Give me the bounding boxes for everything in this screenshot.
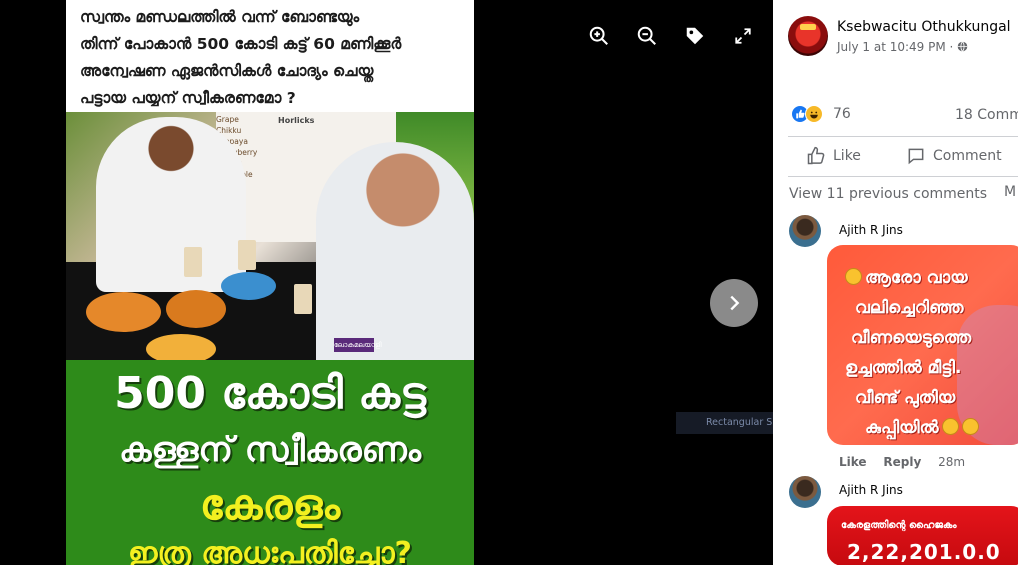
laughing-emoji-icon bbox=[941, 418, 959, 435]
tag-icon[interactable] bbox=[683, 24, 707, 48]
photo-viewer-window: സ്വന്തം മണ്ഡലത്തിൽ വന്ന് ബോണ്ടയും തിന്ന്… bbox=[0, 0, 1018, 565]
shop-sign: Horlicks bbox=[278, 116, 315, 125]
comment-icon bbox=[908, 148, 924, 165]
plate bbox=[166, 290, 226, 328]
next-photo-button[interactable] bbox=[710, 279, 758, 327]
fullscreen-icon[interactable] bbox=[731, 24, 755, 48]
menu-item: Grape bbox=[216, 115, 239, 124]
banner-line-2: കള്ളന് സ്വീകരണം bbox=[119, 430, 421, 470]
caption-line: തിന്ന് പോകാൻ 500 കോടി കട്ട് 60 മണിക്കൂർ bbox=[80, 35, 402, 53]
haha-reaction-icon bbox=[805, 105, 823, 123]
laughing-emoji-icon bbox=[845, 268, 862, 285]
reaction-summary[interactable]: 76 bbox=[791, 105, 851, 123]
banner-line-3: കേരളം bbox=[199, 480, 341, 529]
comment-reply-link[interactable]: Reply bbox=[883, 455, 921, 469]
plate bbox=[221, 272, 276, 300]
comment-image-line: ആരോ വായ bbox=[865, 268, 968, 288]
commenter-name[interactable]: Ajith R Jins bbox=[839, 483, 903, 497]
comment-actions: Like Reply 28m bbox=[839, 455, 978, 469]
photo-viewer: സ്വന്തം മണ്ഡലത്തിൽ വന്ന് ബോണ്ടയും തിന്ന്… bbox=[0, 0, 773, 565]
glass bbox=[294, 284, 312, 314]
comment-count-link[interactable]: 18 Comm bbox=[955, 107, 1018, 123]
comment-label: Comment bbox=[933, 148, 1002, 164]
most-relevant-dropdown[interactable]: M bbox=[1004, 184, 1016, 200]
banner-line-4: ഇത്ര അധഃപതിച്ചോ? bbox=[128, 536, 412, 565]
comment-image-title: കേരളത്തിന്റെ ഹൈജകം bbox=[841, 520, 957, 531]
glass bbox=[184, 247, 202, 277]
divider bbox=[788, 136, 1018, 137]
page-name-link[interactable]: Ksebwacitu Othukkungal bbox=[837, 19, 1011, 35]
comment-image-line: വീണ്ട് പുതിയ bbox=[855, 388, 956, 408]
comment-image[interactable]: ആരോ വായ വലിച്ചെറിഞ്ഞ വീണയെടുത്തെ ഉച്ചത്ത… bbox=[827, 245, 1018, 445]
timestamp-text: July 1 at 10:49 PM · bbox=[837, 40, 958, 54]
commenter-name[interactable]: Ajith R Jins bbox=[839, 223, 903, 237]
like-button[interactable]: Like bbox=[806, 146, 861, 166]
banner-line-1: 500 കോടി കട്ട bbox=[114, 368, 426, 419]
comment-image[interactable]: കേരളത്തിന്റെ ഹൈജകം 2,22,201.0.0 bbox=[827, 506, 1018, 565]
post-image[interactable]: സ്വന്തം മണ്ഡലത്തിൽ വന്ന് ബോണ്ടയും തിന്ന്… bbox=[66, 0, 474, 565]
reaction-count: 76 bbox=[833, 106, 851, 122]
laughing-emoji-icon bbox=[961, 418, 979, 435]
globe-icon bbox=[957, 41, 968, 52]
comment-image-line: ഉച്ചത്തിൽ മീട്ടി. bbox=[845, 358, 962, 378]
person-right bbox=[316, 142, 474, 360]
post-timestamp[interactable]: July 1 at 10:49 PM · bbox=[837, 40, 968, 54]
watermark-tag: ലോകമലയാളി bbox=[334, 338, 382, 352]
person-left bbox=[96, 117, 246, 292]
zoom-in-icon[interactable] bbox=[587, 24, 611, 48]
glass bbox=[238, 240, 256, 270]
comment-time[interactable]: 28m bbox=[938, 455, 965, 469]
thumbs-up-icon bbox=[807, 146, 825, 165]
view-previous-comments-link[interactable]: View 11 previous comments bbox=[789, 186, 987, 202]
divider bbox=[788, 176, 1018, 177]
comment-image-line: വീണയെടുത്തെ bbox=[851, 328, 972, 348]
caption-line: സ്വന്തം മണ്ഡലത്തിൽ വന്ന് ബോണ്ടയും bbox=[80, 8, 360, 26]
comment-image-text: ആരോ വായ വലിച്ചെറിഞ്ഞ വീണയെടുത്തെ ഉച്ചത്ത… bbox=[845, 263, 979, 443]
comment-image-number: 2,22,201.0.0 bbox=[847, 540, 1001, 564]
plate bbox=[146, 334, 216, 360]
plate bbox=[86, 292, 161, 332]
comment-like-link[interactable]: Like bbox=[839, 455, 867, 469]
comment-image-line: വലിച്ചെറിഞ്ഞ bbox=[855, 298, 964, 318]
zoom-out-icon[interactable] bbox=[635, 24, 659, 48]
caption-line: പട്ടായ പയ്യന് സ്വീകരണമോ ? bbox=[80, 89, 296, 107]
page-avatar[interactable] bbox=[788, 16, 828, 56]
post-sidebar: Ksebwacitu Othukkungal July 1 at 10:49 P… bbox=[773, 0, 1018, 565]
commenter-avatar[interactable] bbox=[789, 215, 821, 247]
commenter-avatar[interactable] bbox=[789, 476, 821, 508]
comment-button[interactable]: Comment bbox=[906, 146, 1002, 166]
caption-line: അന്വേഷണ ഏജൻസികൾ ചോദ്യം ചെയ്ത bbox=[80, 62, 374, 80]
like-label: Like bbox=[833, 148, 861, 164]
headline-banner: 500 കോടി കട്ട കള്ളന് സ്വീകരണം കേരളം ഇത്ര… bbox=[66, 360, 474, 565]
comment-image-line: കുപ്പിയിൽ bbox=[865, 418, 939, 438]
restaurant-photo: Grape Chikku Pappaya Strawberry Tender P… bbox=[66, 112, 474, 360]
image-caption: സ്വന്തം മണ്ഡലത്തിൽ വന്ന് ബോണ്ടയും തിന്ന്… bbox=[66, 0, 474, 112]
chevron-right-icon bbox=[730, 295, 740, 311]
rectangular-snip-overlay: Rectangular Snip bbox=[676, 412, 773, 434]
